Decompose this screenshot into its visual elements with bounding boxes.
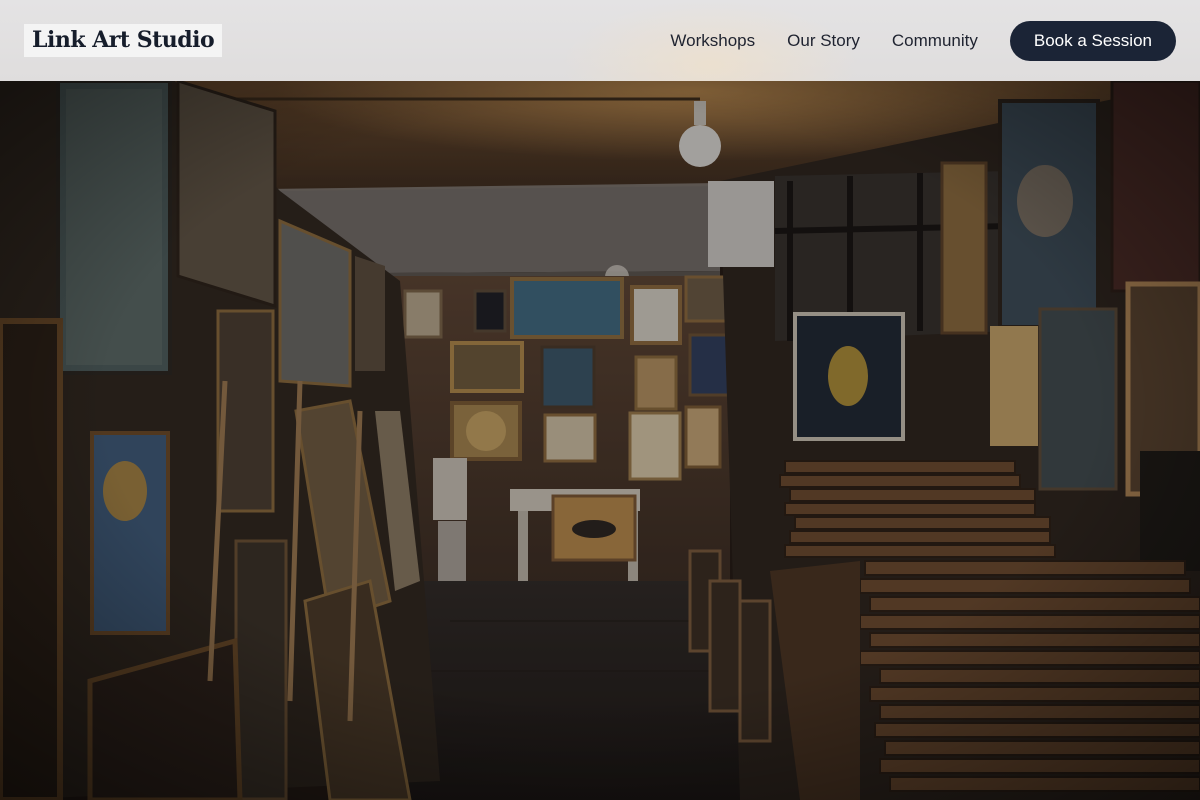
nav-link-workshops[interactable]: Workshops xyxy=(670,31,755,51)
art-gallery-photo xyxy=(0,81,1200,800)
site-logo[interactable]: Link Art Studio xyxy=(24,24,223,57)
nav-link-community[interactable]: Community xyxy=(892,31,978,51)
hero-image xyxy=(0,81,1200,800)
nav-link-our-story[interactable]: Our Story xyxy=(787,31,860,51)
book-session-button[interactable]: Book a Session xyxy=(1009,20,1176,61)
site-header: Link Art Studio Workshops Our Story Comm… xyxy=(0,0,1200,81)
main-nav: Workshops Our Story Community Book a Ses… xyxy=(670,20,1176,61)
